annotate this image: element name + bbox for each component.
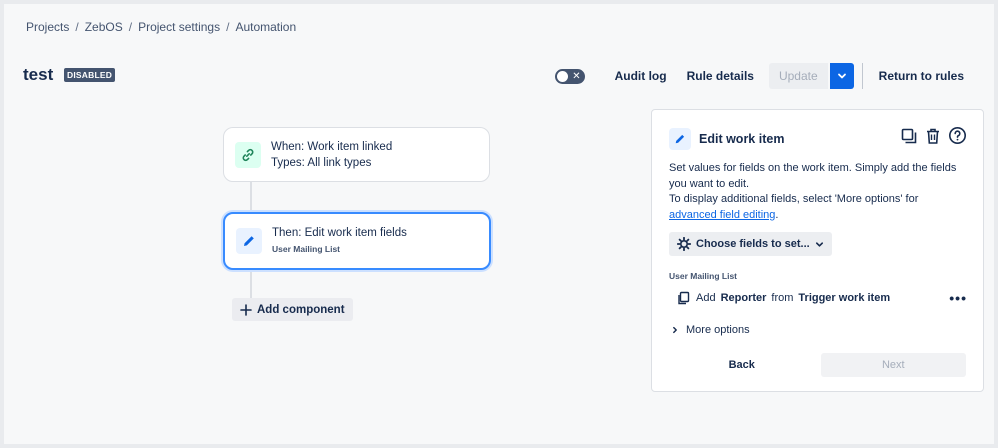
field-source: Trigger work item (798, 292, 891, 304)
flow-connector (250, 272, 252, 298)
more-options-toggle[interactable]: More options (671, 324, 750, 336)
toggle-knob (556, 70, 568, 82)
description-line-1: Set values for fields on the work item. … (669, 162, 957, 190)
edit-work-item-panel: Edit work item Set values for fields on … (651, 109, 984, 392)
breadcrumb-project-settings[interactable]: Project settings (138, 20, 220, 34)
toolbar-divider (861, 63, 863, 89)
panel-header: Edit work item (669, 128, 784, 150)
rule-toolbar: ✕ Audit log Rule details Update Return t… (554, 63, 974, 89)
choose-fields-label: Choose fields to set... (696, 238, 810, 250)
field-group-label: User Mailing List (669, 271, 738, 281)
copy-field-icon[interactable] (677, 291, 691, 305)
close-icon: ✕ (572, 70, 581, 82)
update-button[interactable]: Update (768, 63, 828, 89)
action-card[interactable]: Then: Edit work item fields User Mailing… (223, 212, 491, 270)
return-to-rules-button[interactable]: Return to rules (869, 63, 974, 89)
chevron-down-icon (815, 241, 823, 247)
trigger-text: When: Work item linked Types: All link t… (271, 139, 392, 171)
add-component-button[interactable]: Add component (232, 298, 353, 321)
next-button[interactable]: Next (820, 353, 966, 377)
field-name: Reporter (720, 292, 767, 304)
flow-connector (250, 182, 252, 212)
pencil-icon (669, 128, 691, 150)
chevron-right-icon (673, 326, 677, 334)
trigger-card[interactable]: When: Work item linked Types: All link t… (223, 127, 490, 182)
breadcrumb-separator: / (226, 20, 230, 34)
description-text: To display additional fields, select 'Mo… (669, 193, 919, 205)
action-title: Then: Edit work item fields (272, 227, 407, 239)
chevron-down-icon (837, 73, 846, 79)
trigger-subtitle: Types: All link types (271, 156, 372, 169)
panel-footer: Back Next (669, 353, 966, 377)
field-row-reporter: Add Reporter from Trigger work item ••• (677, 289, 967, 307)
more-actions-icon[interactable]: ••• (949, 290, 967, 306)
panel-description: Set values for fields on the work item. … (669, 161, 969, 223)
copy-icon[interactable] (900, 127, 918, 145)
action-text: Then: Edit work item fields User Mailing… (272, 225, 407, 257)
breadcrumb-zebos[interactable]: ZebOS (85, 20, 123, 34)
enable-rule-toggle[interactable]: ✕ (554, 68, 585, 84)
gear-icon (677, 237, 691, 251)
add-component-label: Add component (257, 303, 345, 316)
more-options-label: More options (686, 324, 750, 336)
breadcrumb-separator: / (75, 20, 79, 34)
panel-title: Edit work item (699, 132, 785, 146)
status-badge: DISABLED (64, 68, 116, 82)
update-dropdown-button[interactable] (829, 63, 854, 89)
rule-name[interactable]: test (23, 65, 53, 85)
audit-log-button[interactable]: Audit log (605, 63, 677, 89)
breadcrumb-projects[interactable]: Projects (26, 20, 69, 34)
automation-rule-editor: Projects / ZebOS / Project settings / Au… (4, 4, 994, 444)
description-line-2: To display additional fields, select 'Mo… (669, 192, 969, 223)
back-button[interactable]: Back (669, 353, 815, 377)
trigger-title: When: Work item linked (271, 140, 393, 153)
breadcrumb-separator: / (128, 20, 133, 34)
field-middle: from (771, 292, 794, 304)
link-icon (235, 141, 261, 168)
advanced-field-editing-link[interactable]: advanced field editing (669, 209, 775, 221)
trash-icon[interactable] (924, 127, 942, 145)
breadcrumb-automation[interactable]: Automation (235, 20, 296, 34)
help-icon[interactable] (948, 126, 967, 145)
plus-icon (240, 303, 252, 316)
description-end: . (775, 208, 779, 221)
choose-fields-button[interactable]: Choose fields to set... (669, 232, 832, 256)
panel-actions (900, 126, 967, 145)
field-prefix: Add (696, 292, 716, 304)
pencil-icon (236, 228, 262, 254)
action-subtitle: User Mailing List (272, 244, 341, 254)
breadcrumb: Projects / ZebOS / Project settings / Au… (26, 20, 296, 34)
rule-details-button[interactable]: Rule details (677, 63, 764, 89)
